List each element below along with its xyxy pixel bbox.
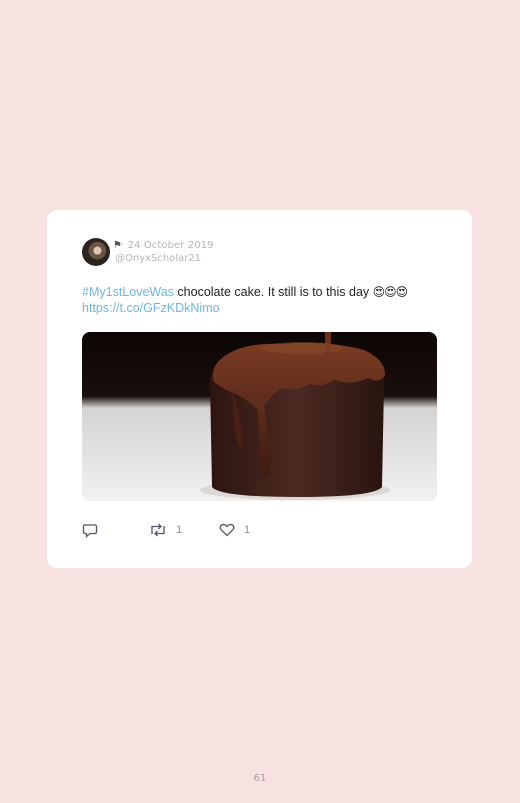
tweet-media-image[interactable] bbox=[82, 332, 437, 501]
retweet-count: 1 bbox=[176, 524, 183, 536]
avatar[interactable] bbox=[82, 238, 110, 266]
tweet-actions: 1 1 bbox=[82, 523, 452, 543]
tweet-date: · 24 October 2019 bbox=[121, 240, 214, 251]
tweet-text: #My1stLoveWas chocolate cake. It still i… bbox=[82, 285, 452, 316]
chocolate-cake-photo bbox=[82, 332, 437, 501]
tweet-body: chocolate cake. It still is to this day bbox=[173, 285, 373, 299]
tweet-card: ⚑ · 24 October 2019 @OnyxScholar21 #My1s… bbox=[47, 210, 472, 568]
like-button[interactable]: 1 bbox=[219, 523, 250, 537]
page-number: 61 bbox=[253, 773, 267, 784]
retweet-icon bbox=[151, 523, 165, 537]
like-count: 1 bbox=[244, 524, 251, 536]
emoji: 😍😍😍 bbox=[372, 285, 409, 299]
hashtag-link[interactable]: #My1stLoveWas bbox=[82, 285, 174, 299]
tweet-url-link[interactable]: https://t.co/GFzKDkNimo bbox=[82, 301, 220, 315]
reply-icon bbox=[82, 524, 98, 538]
tweet-date-text: 24 October 2019 bbox=[127, 240, 214, 251]
heart-icon bbox=[219, 523, 235, 537]
reply-button[interactable] bbox=[82, 523, 98, 538]
retweet-button[interactable]: 1 bbox=[149, 523, 182, 537]
user-handle[interactable]: @OnyxScholar21 bbox=[115, 253, 201, 264]
